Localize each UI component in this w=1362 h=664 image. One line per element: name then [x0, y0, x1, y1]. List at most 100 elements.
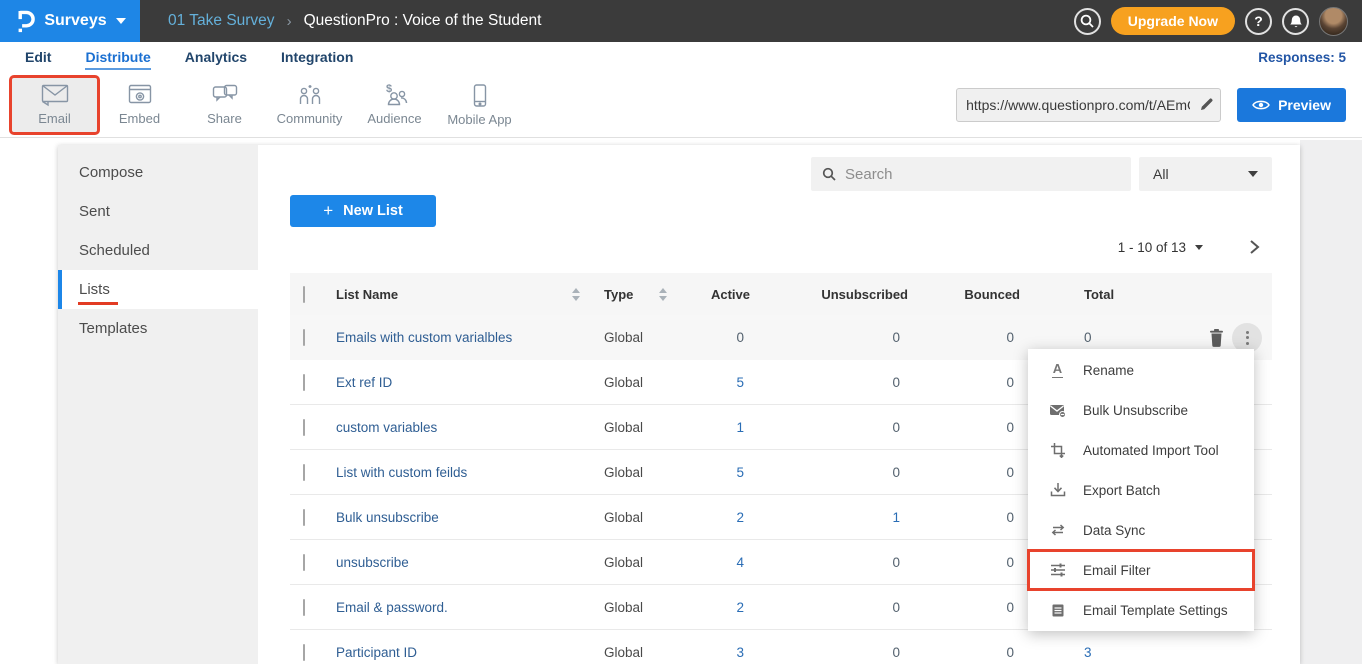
row-checkbox[interactable]: [303, 509, 305, 526]
header-type: Type: [604, 287, 633, 302]
tool-mobile-app[interactable]: Mobile App: [437, 78, 522, 132]
menu-item-export-batch[interactable]: Export Batch: [1028, 470, 1254, 510]
next-page-button[interactable]: [1249, 239, 1260, 255]
breadcrumb-survey-link[interactable]: 01 Take Survey: [168, 12, 275, 30]
chevron-down-icon: [1248, 171, 1258, 177]
bulk-unsubscribe-icon: [1049, 403, 1066, 418]
topbar: Surveys 01 Take Survey › QuestionPro : V…: [0, 0, 1362, 42]
list-search-box: [811, 157, 1131, 191]
menu-item-email-template-settings[interactable]: Email Template Settings: [1028, 590, 1254, 630]
chevron-down-icon: [1195, 245, 1203, 250]
list-filter-dropdown[interactable]: All: [1139, 157, 1272, 191]
chevron-down-icon: [116, 18, 126, 24]
data-sync-icon: [1049, 523, 1066, 537]
sidebar-item-compose[interactable]: Compose: [58, 153, 258, 192]
menu-item-automated-import-tool[interactable]: Automated Import Tool: [1028, 430, 1254, 470]
topbar-actions: Upgrade Now ?: [1074, 7, 1348, 36]
responses-count[interactable]: Responses: 5: [1258, 50, 1346, 65]
rename-icon: A: [1049, 362, 1066, 377]
header-list-name: List Name: [336, 287, 398, 302]
search-icon: [822, 167, 836, 181]
new-list-button[interactable]: + New List: [290, 195, 436, 227]
user-avatar[interactable]: [1319, 7, 1348, 36]
audience-icon: $: [380, 83, 410, 107]
email-icon: [40, 83, 70, 107]
menu-item-data-sync[interactable]: Data Sync: [1028, 510, 1254, 550]
embed-icon: [127, 83, 153, 107]
tool-email[interactable]: Email: [12, 78, 97, 132]
row-checkbox[interactable]: [303, 329, 305, 346]
row-checkbox[interactable]: [303, 464, 305, 481]
sidebar-item-scheduled[interactable]: Scheduled: [58, 231, 258, 270]
search-icon: [1080, 14, 1094, 28]
automated-import-icon: [1049, 442, 1066, 458]
row-checkbox[interactable]: [303, 644, 305, 661]
preview-button[interactable]: Preview: [1237, 88, 1346, 122]
questionpro-logo-icon: [14, 9, 35, 34]
pagination-range-dropdown[interactable]: 1 - 10 of 13: [1118, 240, 1203, 255]
menu-item-rename[interactable]: A Rename: [1028, 350, 1254, 390]
email-sidebar: Compose Sent Scheduled Lists Templates: [58, 145, 258, 664]
plus-icon: +: [323, 201, 333, 221]
email-filter-icon: [1049, 562, 1066, 578]
list-name-link[interactable]: Participant ID: [336, 645, 586, 660]
breadcrumb-separator: ›: [287, 13, 292, 30]
menu-item-email-filter[interactable]: Email Filter: [1028, 550, 1254, 590]
share-icon: [211, 83, 239, 107]
upgrade-now-button[interactable]: Upgrade Now: [1111, 7, 1235, 35]
menu-item-bulk-unsubscribe[interactable]: Bulk Unsubscribe: [1028, 390, 1254, 430]
row-checkbox[interactable]: [303, 599, 305, 616]
list-name-link[interactable]: Emails with custom varialbles: [336, 330, 586, 345]
page-title: QuestionPro : Voice of the Student: [304, 12, 542, 30]
survey-url-input[interactable]: [957, 97, 1192, 113]
select-all-checkbox[interactable]: [303, 286, 305, 303]
help-button[interactable]: ?: [1245, 8, 1272, 35]
tab-distribute[interactable]: Distribute: [68, 49, 167, 65]
list-name-link[interactable]: Email & password.: [336, 600, 586, 615]
header-unsubscribed: Unsubscribed: [766, 287, 918, 302]
sidebar-item-lists[interactable]: Lists: [58, 270, 258, 309]
tool-embed[interactable]: Embed: [97, 78, 182, 132]
tool-community[interactable]: Community: [267, 78, 352, 132]
row-checkbox[interactable]: [303, 374, 305, 391]
surveys-product-switcher[interactable]: Surveys: [0, 0, 140, 42]
table-row[interactable]: Participant ID Global 3 0 0 3: [290, 630, 1272, 664]
breadcrumb: 01 Take Survey › QuestionPro : Voice of …: [168, 12, 541, 30]
header-active: Active: [678, 287, 766, 302]
tab-edit[interactable]: Edit: [8, 49, 68, 65]
community-icon: [296, 83, 324, 107]
sort-icon[interactable]: [572, 288, 580, 301]
tab-integration[interactable]: Integration: [264, 49, 370, 65]
svg-text:$: $: [386, 83, 392, 95]
tool-share[interactable]: Share: [182, 78, 267, 132]
edit-url-pencil-icon[interactable]: [1192, 97, 1220, 112]
list-name-link[interactable]: Bulk unsubscribe: [336, 510, 586, 525]
export-batch-icon: [1049, 482, 1066, 498]
list-name-link[interactable]: List with custom feilds: [336, 465, 586, 480]
tool-audience[interactable]: $ Audience: [352, 78, 437, 132]
sort-icon[interactable]: [659, 288, 667, 301]
list-name-link[interactable]: Ext ref ID: [336, 375, 586, 390]
bell-icon: [1289, 14, 1303, 29]
survey-nav: Edit Distribute Analytics Integration Re…: [0, 42, 1362, 72]
sidebar-item-templates[interactable]: Templates: [58, 309, 258, 348]
row-checkbox[interactable]: [303, 419, 305, 436]
list-name-link[interactable]: unsubscribe: [336, 555, 586, 570]
sidebar-item-sent[interactable]: Sent: [58, 192, 258, 231]
search-button[interactable]: [1074, 8, 1101, 35]
delete-list-button[interactable]: [1208, 328, 1225, 347]
list-name-link[interactable]: custom variables: [336, 420, 586, 435]
row-context-menu: A Rename Bulk Unsubscribe Automated Impo…: [1028, 349, 1254, 631]
row-checkbox[interactable]: [303, 554, 305, 571]
kebab-icon: [1246, 331, 1249, 345]
question-mark-icon: ?: [1254, 13, 1263, 29]
pagination: 1 - 10 of 13: [290, 233, 1272, 261]
row-menu-button[interactable]: [1232, 323, 1262, 353]
notifications-button[interactable]: [1282, 8, 1309, 35]
list-search-input[interactable]: [845, 166, 1120, 183]
app-window: Surveys 01 Take Survey › QuestionPro : V…: [0, 0, 1362, 664]
survey-url-box: [956, 88, 1221, 122]
tab-analytics[interactable]: Analytics: [168, 49, 264, 65]
header-total: Total: [1034, 287, 1130, 302]
mobile-app-icon: [472, 83, 488, 108]
